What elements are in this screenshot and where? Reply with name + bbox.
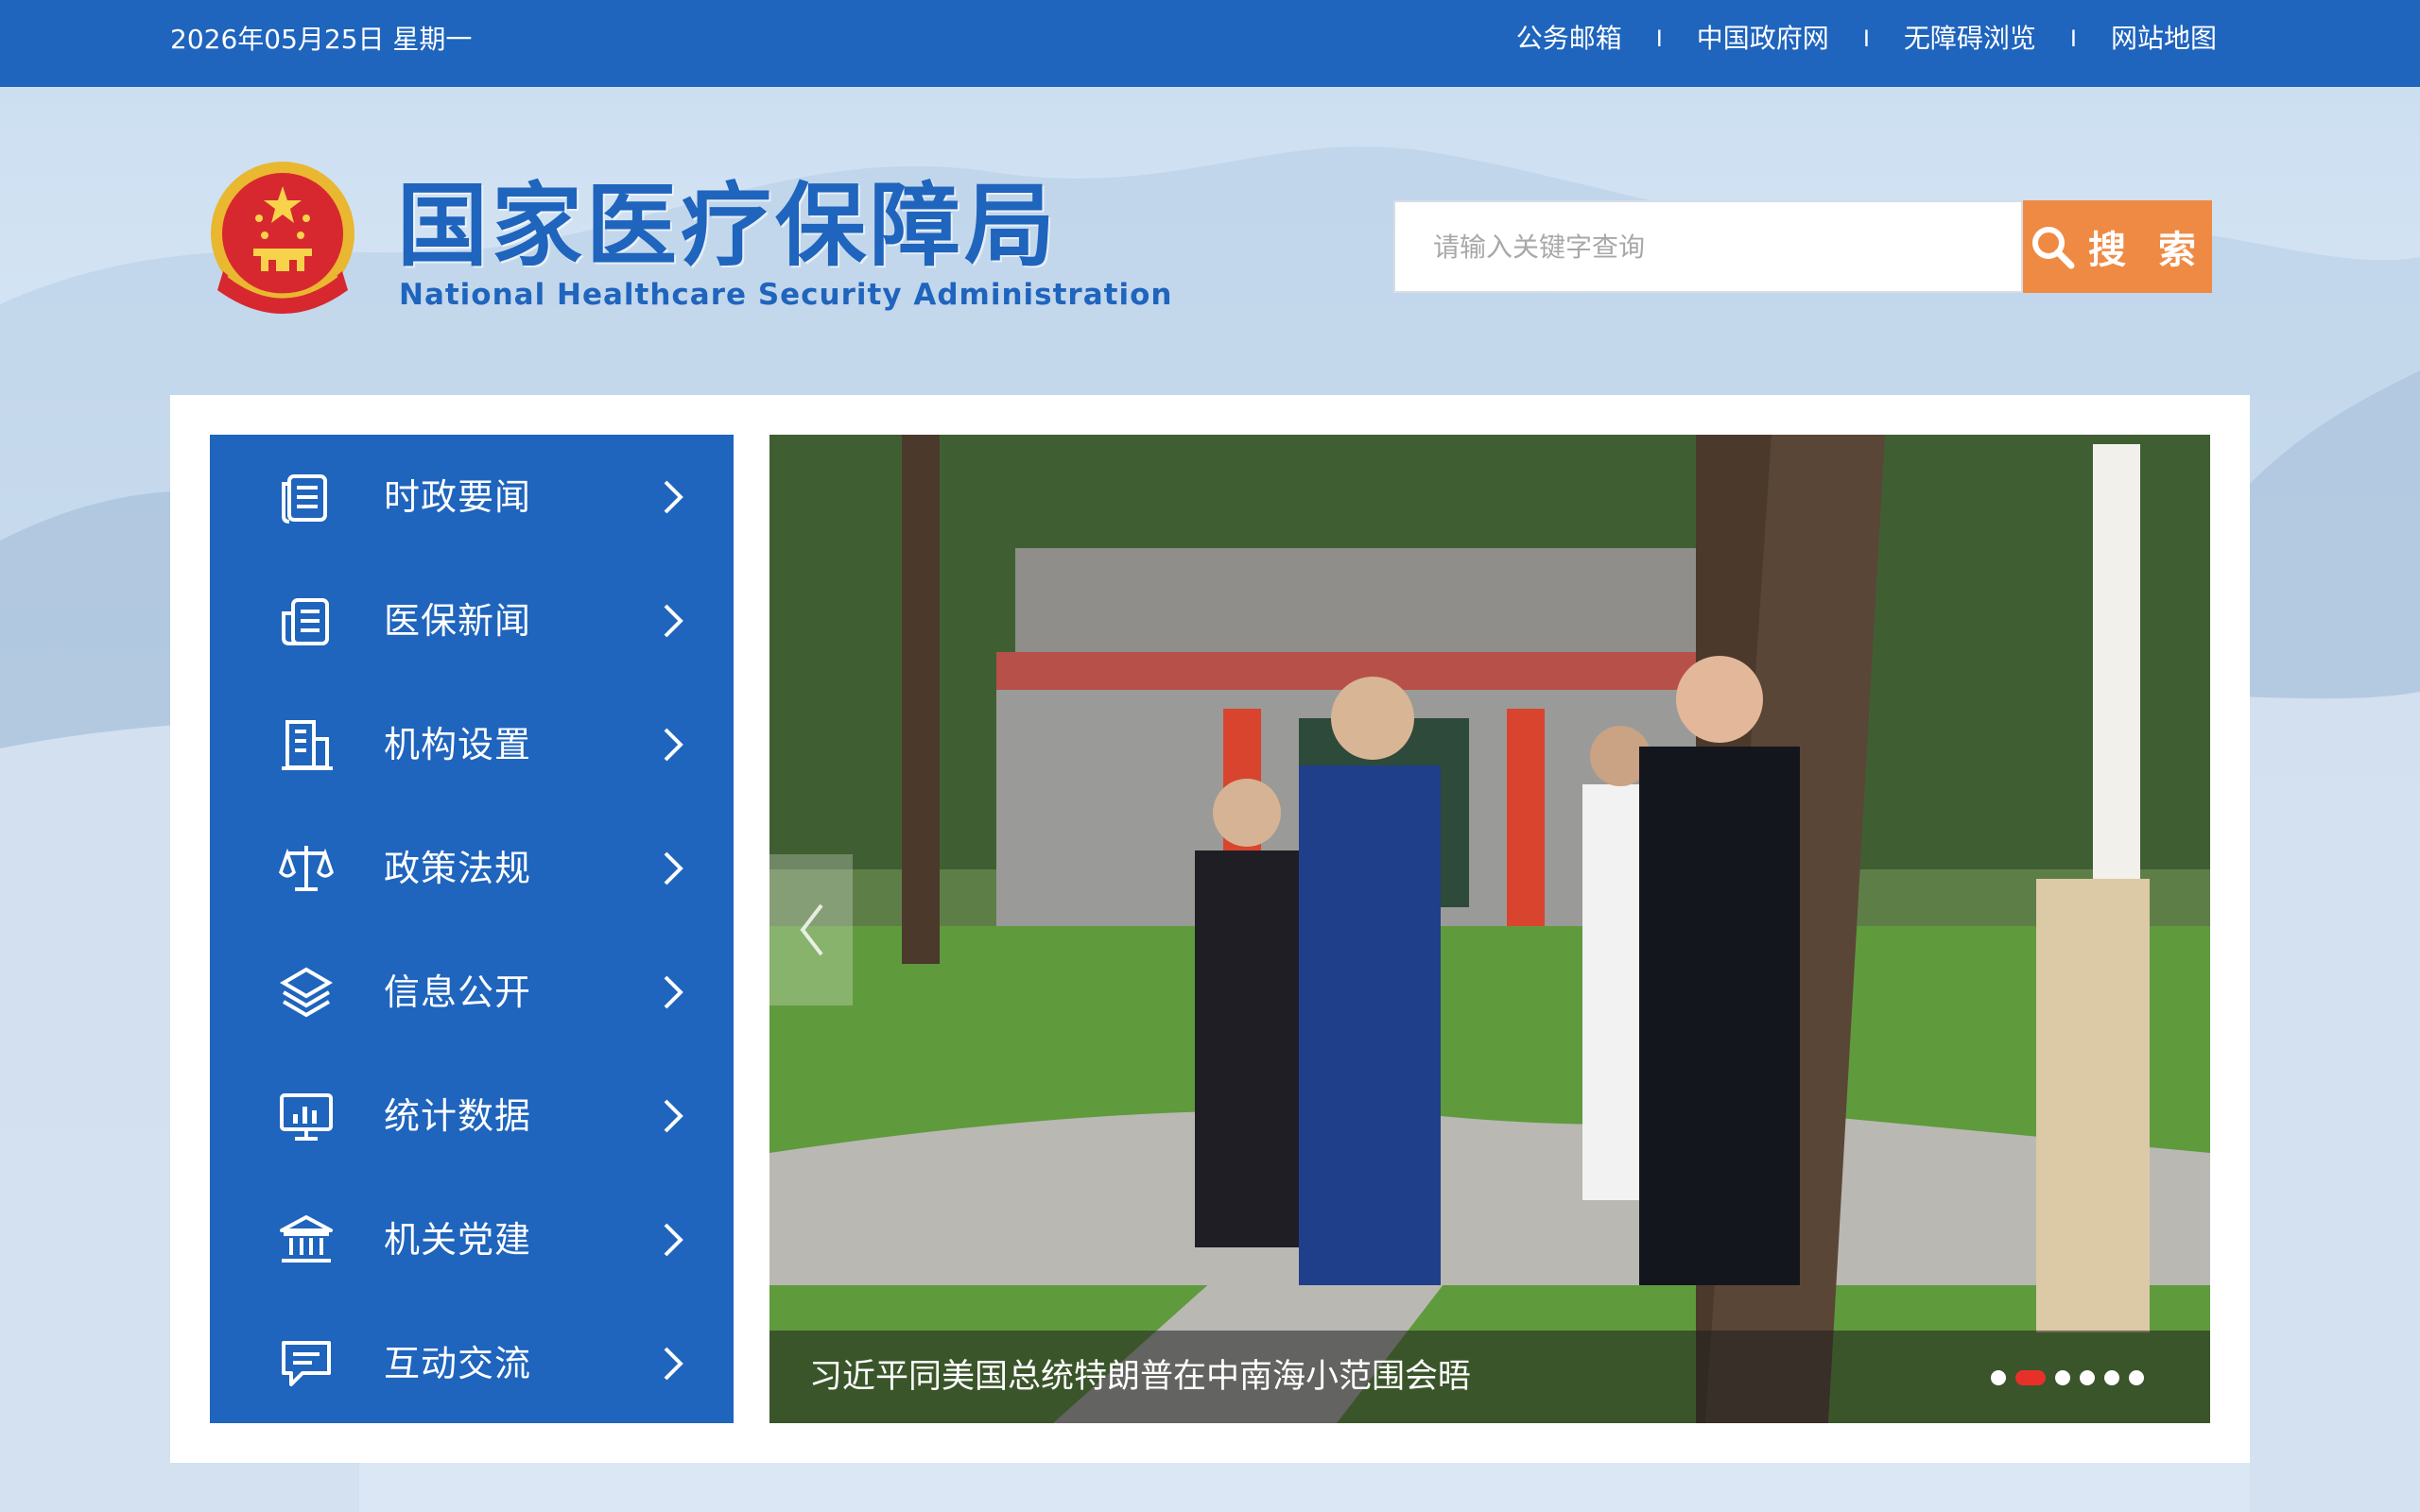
top-links: 公务邮箱 I 中国政府网 I 无障碍浏览 I 网站地图 <box>1516 21 2217 57</box>
carousel-dot[interactable] <box>2080 1370 2095 1385</box>
link-sitemap[interactable]: 网站地图 <box>2111 21 2217 57</box>
chat-icon <box>282 1340 331 1386</box>
nav-item-healthcare-news[interactable]: 医保新闻 <box>210 558 734 682</box>
carousel-dot-active[interactable] <box>2015 1370 2046 1385</box>
nav-item-interaction[interactable]: 互动交流 <box>210 1301 734 1425</box>
top-bar: 2026年05月25日 星期一 公务邮箱 I 中国政府网 I 无障碍浏览 I 网… <box>0 0 2420 87</box>
carousel-dot[interactable] <box>2129 1370 2144 1385</box>
chevron-right-icon <box>664 1099 683 1132</box>
carousel-caption-bar: 习近平同美国总统特朗普在中南海小范围会晤 <box>769 1331 2210 1423</box>
nav-item-label: 信息公开 <box>384 971 532 1013</box>
chevron-right-icon <box>664 480 683 513</box>
site-header: 国家医疗保障局 National Healthcare Security Adm… <box>0 87 2420 395</box>
chevron-left-icon <box>800 903 823 956</box>
nav-item-party-building[interactable]: 机关党建 <box>210 1177 734 1301</box>
current-date: 2026年05月25日 星期一 <box>170 24 473 55</box>
chevron-right-icon <box>664 1347 683 1380</box>
link-separator: I <box>2069 26 2077 52</box>
chevron-right-icon <box>664 975 683 1008</box>
nav-item-label: 时政要闻 <box>384 475 532 518</box>
nav-item-statistics[interactable]: 统计数据 <box>210 1054 734 1177</box>
link-accessibility[interactable]: 无障碍浏览 <box>1904 21 2036 57</box>
document-icon <box>282 473 327 524</box>
link-gov-cn[interactable]: 中国政府网 <box>1697 21 1829 57</box>
nav-item-label: 政策法规 <box>384 847 532 889</box>
national-emblem-icon[interactable] <box>206 158 359 318</box>
chart-monitor-icon <box>280 1092 333 1141</box>
search-box <box>1393 200 2023 293</box>
site-title: 国家医疗保障局 <box>397 172 1059 279</box>
institution-icon <box>280 1214 333 1263</box>
nav-item-politics-news[interactable]: 时政要闻 <box>210 435 734 558</box>
search-input[interactable] <box>1395 202 2021 291</box>
building-icon <box>282 719 333 770</box>
link-separator: I <box>1655 26 1663 52</box>
search-button[interactable]: 搜 索 <box>2023 200 2212 293</box>
nav-item-organization[interactable]: 机构设置 <box>210 682 734 806</box>
search-button-label: 搜 索 <box>2088 229 2205 272</box>
carousel-dot[interactable] <box>2055 1370 2070 1385</box>
carousel-dot[interactable] <box>1991 1370 2006 1385</box>
chevron-right-icon <box>664 604 683 637</box>
search-icon <box>2032 227 2075 269</box>
chevron-right-icon <box>664 851 683 885</box>
link-separator: I <box>1862 26 1870 52</box>
nav-item-info-disclosure[interactable]: 信息公开 <box>210 930 734 1054</box>
news-carousel[interactable]: 习近平同美国总统特朗普在中南海小范围会晤 <box>769 435 2210 1423</box>
chevron-right-icon <box>664 728 683 761</box>
nav-item-label: 互动交流 <box>384 1342 532 1384</box>
link-official-mail[interactable]: 公务邮箱 <box>1516 21 1622 57</box>
nav-item-policies[interactable]: 政策法规 <box>210 806 734 930</box>
category-nav: 时政要闻 医保新闻 机构设置 政策法规 信息公开 统计数据 机关党建 互动交流 <box>210 435 734 1423</box>
nav-item-label: 机构设置 <box>384 723 532 765</box>
newspaper-icon <box>282 597 329 645</box>
layers-icon <box>280 967 333 1017</box>
chevron-right-icon <box>664 1223 683 1256</box>
nav-item-label: 机关党建 <box>384 1218 532 1261</box>
carousel-prev-button[interactable] <box>769 854 853 1005</box>
scales-icon <box>279 845 334 891</box>
carousel-photo <box>769 435 2210 1423</box>
nav-item-label: 医保新闻 <box>384 599 532 642</box>
main-panel: 时政要闻 医保新闻 机构设置 政策法规 信息公开 统计数据 机关党建 互动交流 … <box>170 395 2250 1463</box>
carousel-pagination <box>1981 1370 2144 1385</box>
nav-item-label: 统计数据 <box>384 1094 532 1137</box>
carousel-dot[interactable] <box>2104 1370 2119 1385</box>
site-subtitle: National Healthcare Security Administrat… <box>399 278 1173 312</box>
carousel-caption[interactable]: 习近平同美国总统特朗普在中南海小范围会晤 <box>809 1355 1471 1399</box>
